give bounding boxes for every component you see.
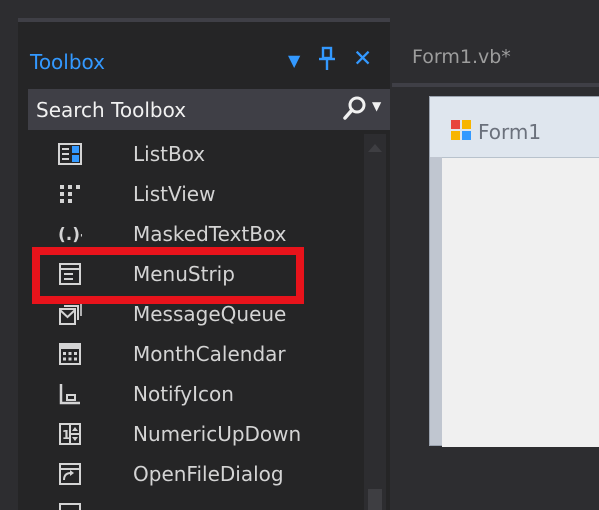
toolbox-item-label: MessageQueue (133, 302, 287, 326)
form-title-bar[interactable]: Form1 (430, 97, 599, 157)
numericupdown-icon: 1 (59, 423, 81, 445)
menustrip-highlight-box (32, 247, 304, 304)
toolbox-item-label: ListBox (133, 142, 206, 166)
toolbox-item-listbox[interactable]: ListBox (28, 134, 363, 174)
svg-text:1: 1 (62, 428, 70, 442)
toolbox-item-listview[interactable]: ListView (28, 174, 363, 214)
toolbox-item-list: ListBox ListView (.)- MaskedTextBox Men (18, 134, 390, 510)
form-icon (451, 120, 471, 140)
toolbox-item-label: NumericUpDown (133, 422, 302, 446)
search-icon[interactable] (341, 94, 369, 122)
search-placeholder: Search Toolbox (36, 98, 187, 122)
svg-text:(.)-: (.)- (58, 225, 82, 245)
toolbox-item-openfiledialog[interactable]: OpenFileDialog (28, 454, 363, 494)
pin-icon-svg (319, 46, 335, 70)
notifyicon-icon (59, 384, 80, 405)
toolbox-item-label: NotifyIcon (133, 382, 234, 406)
listview-icon (60, 185, 80, 203)
form-title: Form1 (478, 120, 542, 144)
toolbox-item-label: OpenFileDialog (133, 462, 284, 486)
form-client-area[interactable] (442, 157, 599, 447)
pin-icon[interactable] (318, 46, 336, 77)
messagequeue-icon (59, 302, 82, 325)
toolbox-top-border (18, 18, 390, 22)
form1-design-window[interactable]: Form1 (429, 96, 599, 447)
scroll-up-arrow-icon[interactable] (368, 144, 382, 152)
maskedtextbox-icon: (.)- (58, 225, 82, 245)
toolbox-item-monthcalendar[interactable]: MonthCalendar (28, 334, 363, 374)
listbox-icon (58, 143, 82, 165)
toolbox-item-numericupdown[interactable]: 1 NumericUpDown (28, 414, 363, 454)
toolbox-item-notifyicon[interactable]: NotifyIcon (28, 374, 363, 414)
toolbox-item-partial[interactable] (28, 494, 363, 510)
toolbox-panel: Toolbox ▼ ✕ Search Toolbox ▼ ListBox Lis… (18, 18, 390, 510)
toolbox-item-label: ListView (133, 182, 216, 206)
search-toolbox-input[interactable]: Search Toolbox ▼ (28, 89, 390, 130)
scroll-thumb[interactable] (368, 489, 382, 510)
monthcalendar-icon (59, 343, 81, 365)
tab-form1-vb[interactable]: Form1.vb* (412, 46, 511, 68)
toolbox-title: Toolbox (30, 50, 105, 74)
toolbox-scrollbar[interactable] (364, 134, 386, 510)
close-icon[interactable]: ✕ (353, 46, 372, 72)
pagesetupdialog-icon (59, 503, 81, 510)
window-position-dropdown-icon[interactable]: ▼ (288, 51, 300, 70)
tab-strip-border (392, 83, 599, 87)
editor-area: Form1.vb* Form1 (392, 18, 599, 510)
search-options-chevron-icon[interactable]: ▼ (372, 99, 381, 113)
openfiledialog-icon (59, 463, 81, 485)
toolbox-item-label: MonthCalendar (133, 342, 286, 366)
toolbox-item-label: MaskedTextBox (133, 222, 287, 246)
